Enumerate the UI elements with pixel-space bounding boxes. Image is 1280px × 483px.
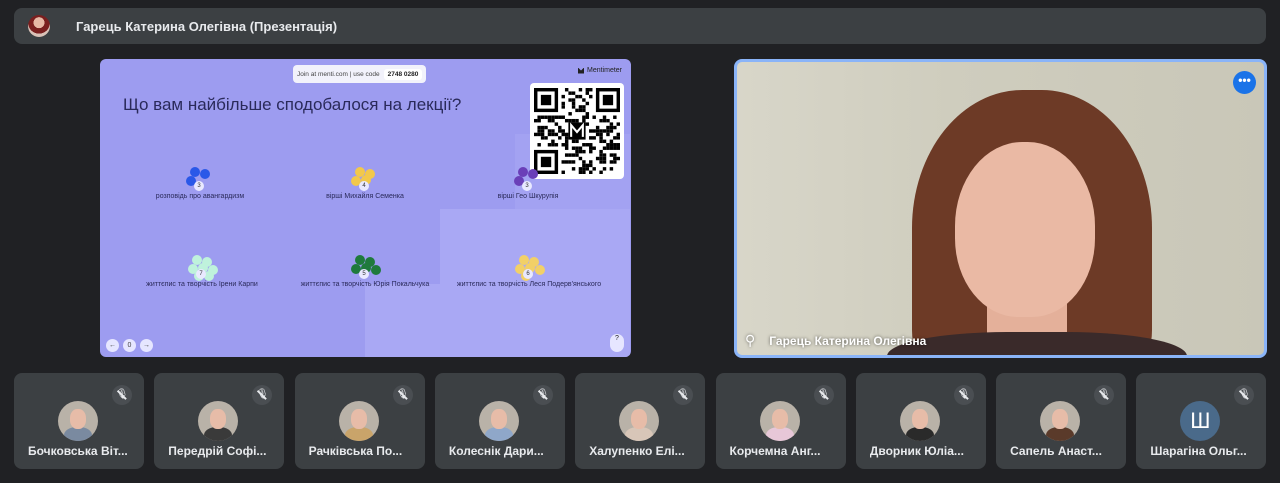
poll-option: 7 життєпис та творчість Ірени Карпи: [127, 251, 277, 288]
vote-count: 3: [194, 181, 204, 191]
presenter-avatar: [28, 15, 50, 37]
mic-off-icon: 🎙: [1094, 385, 1115, 405]
pin-icon[interactable]: ⚲: [745, 332, 755, 349]
avatar: [899, 401, 940, 441]
poll-option: 3 розповідь про авангардизм: [125, 163, 275, 200]
mic-off-icon: 🎙: [252, 385, 273, 405]
more-options-icon[interactable]: •••: [1233, 71, 1256, 94]
vote-dots-icon: 5: [345, 251, 385, 281]
participant-tile[interactable]: 🎙 Корчемна Анг...: [715, 373, 846, 469]
avatar: [198, 401, 239, 441]
participant-name: Бочковська Віт...: [28, 444, 128, 458]
mic-off-icon: 🎙: [813, 385, 834, 405]
mic-off-icon: 🎙: [392, 385, 413, 405]
avatar: [619, 401, 660, 441]
poll-option-label: вірші Гео Шкурупія: [497, 193, 559, 200]
participant-tile[interactable]: 🎙 Колеснік Дари...: [434, 373, 565, 469]
participant-tile[interactable]: 🎙 Халупенко Елі...: [575, 373, 706, 469]
participant-tile[interactable]: 🎙 Передрій Софі...: [154, 373, 285, 469]
poll-option: 4 вірші Михайля Семенка: [290, 163, 440, 200]
vote-dots-icon: 4: [345, 163, 385, 193]
vote-dots-icon: 6: [509, 251, 549, 281]
mic-off-icon: 🎙: [1234, 385, 1255, 405]
poll-option-label: життєпис та творчість Ірени Карпи: [146, 281, 258, 288]
avatar: Ш: [1180, 401, 1221, 441]
mic-off-icon: 🎙: [532, 385, 553, 405]
vote-dots-icon: 7: [182, 251, 222, 281]
mentimeter-logo: Mentimeter: [578, 67, 622, 74]
participant-name: Шарагіна Ольг...: [1150, 444, 1247, 458]
poll-option-label: життєпис та творчість Юрія Покальчука: [300, 281, 430, 288]
participant-name: Корчемна Анг...: [729, 444, 821, 458]
avatar: [1040, 401, 1081, 441]
slide-question: Що вам найбільше сподобалося на лекції?: [123, 95, 462, 114]
presenter-bar: Гарець Катерина Олегівна (Презентація): [14, 8, 1266, 44]
participant-tile[interactable]: 🎙 Рачківська По...: [294, 373, 425, 469]
join-code: 2748 0280: [383, 68, 423, 80]
mic-off-icon: 🎙: [112, 385, 132, 405]
mentimeter-icon: [578, 67, 584, 74]
presentation-slide[interactable]: Join at menti.com | use code 2748 0280 M…: [100, 59, 631, 357]
participant-tile[interactable]: 🎙 Сапель Анаст...: [996, 373, 1127, 469]
vote-dots-icon: 3: [180, 163, 220, 193]
participant-name: Рачківська По...: [308, 444, 403, 458]
participant-strip: 🎙 Бочковська Віт... 🎙 Передрій Софі... 🎙 Рачк…: [14, 373, 1267, 469]
presenter-title: Гарець Катерина Олегівна (Презентація): [76, 18, 338, 34]
poll-option: 6 життєпис та творчість Леся Подерв'янськ…: [454, 251, 604, 288]
poll-option: 5 життєпис та творчість Юрія Покальчука: [290, 251, 440, 288]
vote-count: 7: [196, 269, 206, 279]
prev-slide-button[interactable]: ←: [106, 339, 119, 352]
vote-dots-icon: 3: [508, 163, 548, 193]
participant-name: Передрій Софі...: [168, 444, 267, 458]
avatar: [338, 401, 379, 441]
participant-name: Дворник Юліа...: [869, 444, 964, 458]
participant-name: Халупенко Елі...: [589, 444, 685, 458]
vote-count: 6: [523, 269, 533, 279]
speaker-tile[interactable]: ••• ⚲ Гарець Катерина Олегівна: [734, 59, 1267, 358]
mic-off-icon: 🎙: [673, 385, 694, 405]
participant-tile[interactable]: 🎙 Бочковська Віт...: [14, 373, 144, 469]
participant-tile[interactable]: 🎙 Дворник Юліа...: [855, 373, 986, 469]
reactions-counter[interactable]: 0: [123, 339, 136, 352]
avatar: [759, 401, 800, 441]
vote-count: 3: [522, 181, 532, 191]
qr-code-icon: [534, 88, 620, 174]
poll-option-label: життєпис та творчість Леся Подерв'янсько…: [456, 281, 602, 288]
poll-option: 3 вірші Гео Шкурупія: [453, 163, 603, 200]
avatar: [478, 401, 519, 441]
slide-navigation: ← 0 →: [106, 339, 153, 352]
participant-name: Колеснік Дари...: [448, 444, 544, 458]
participant-name: Сапель Анаст...: [1010, 444, 1102, 458]
mic-off-icon: 🎙: [953, 385, 974, 405]
help-button[interactable]: ?: [610, 334, 624, 352]
vote-count: 5: [359, 269, 369, 279]
participant-tile[interactable]: 🎙 Ш Шарагіна Ольг...: [1136, 373, 1267, 469]
poll-option-label: вірші Михайля Семенка: [326, 193, 404, 200]
join-instructions: Join at menti.com | use code 2748 0280: [293, 65, 427, 83]
avatar: [58, 401, 98, 441]
vote-count: 4: [359, 181, 369, 191]
speaker-name-label: ⚲ Гарець Катерина Олегівна: [745, 332, 927, 349]
poll-option-label: розповідь про авангардизм: [155, 193, 245, 200]
next-slide-button[interactable]: →: [140, 339, 153, 352]
